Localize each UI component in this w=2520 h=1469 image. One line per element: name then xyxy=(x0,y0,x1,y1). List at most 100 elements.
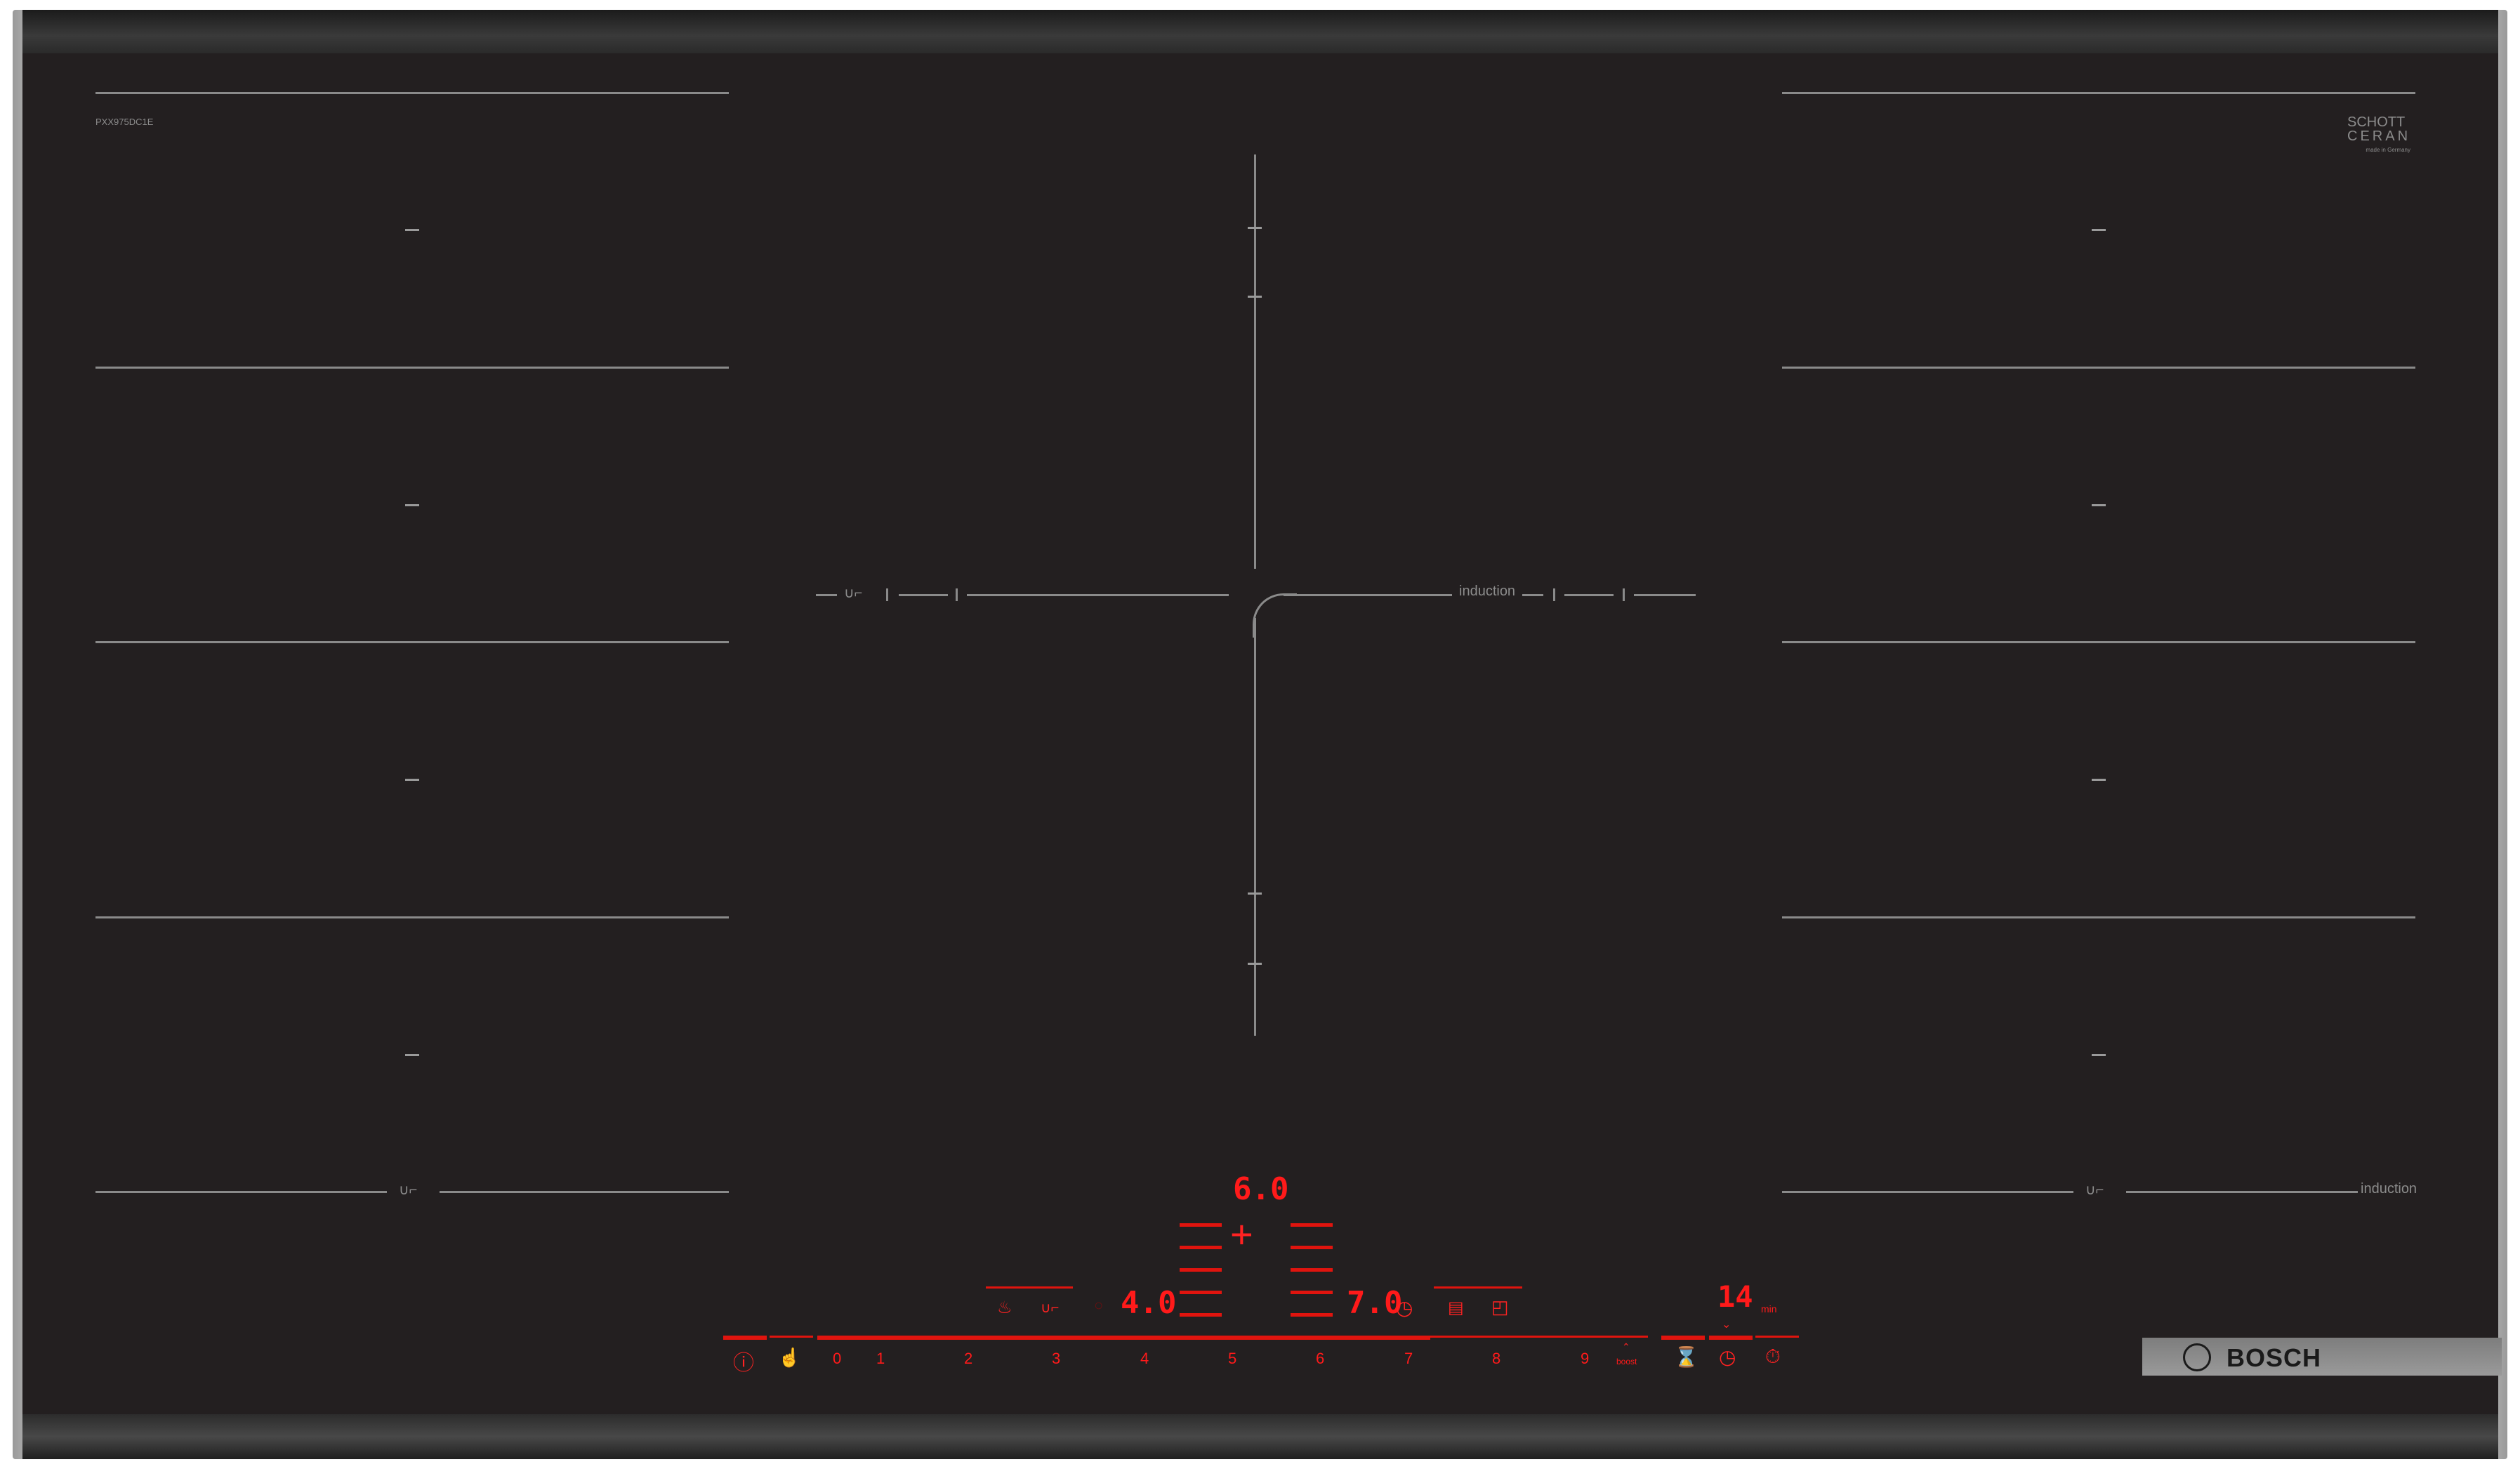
center-hline-right xyxy=(1284,594,1452,596)
center-hline-left xyxy=(967,594,1229,596)
right-level-bar-3 xyxy=(1291,1268,1333,1272)
scale-7[interactable]: 7 xyxy=(1404,1350,1413,1368)
timer-display: 14 xyxy=(1717,1279,1753,1314)
zone-timer-icon[interactable]: ◷ xyxy=(1396,1296,1413,1319)
stopwatch-icon[interactable]: ◷ xyxy=(1719,1345,1736,1369)
left-func-bar xyxy=(986,1286,1073,1289)
left-zone-line-5a xyxy=(95,1191,387,1193)
top-trim xyxy=(22,10,2498,53)
center-left-tick-b xyxy=(956,588,958,601)
center-hline-right-3 xyxy=(1564,594,1614,596)
center-tick-4 xyxy=(1248,963,1262,965)
bosch-brand: BOSCH xyxy=(2227,1343,2322,1372)
center-hline-left-2 xyxy=(899,594,948,596)
center-hline-right-4 xyxy=(1634,594,1696,596)
ceran-label: CERAN xyxy=(2347,129,2411,144)
left-level-bar-5 xyxy=(1180,1313,1222,1317)
move-function-icon[interactable]: ∪⌐ xyxy=(1041,1299,1059,1317)
timer-icon[interactable]: ⌛ xyxy=(1674,1345,1698,1369)
right-level-bar-2 xyxy=(1291,1246,1333,1249)
clock-icon[interactable]: ⏱ xyxy=(1765,1345,1781,1369)
left-zone-mark-1 xyxy=(405,229,419,231)
scale-8[interactable]: 8 xyxy=(1492,1350,1500,1368)
glass-surface xyxy=(22,53,2498,1414)
right-zone-mark-2 xyxy=(2092,504,2106,506)
childlock-icon[interactable]: ☝ xyxy=(778,1347,800,1369)
scale-1[interactable]: 1 xyxy=(876,1350,885,1368)
pot-sensor-icon[interactable]: ◰ xyxy=(1491,1296,1509,1318)
center-vline-bottom xyxy=(1254,618,1256,1036)
left-move-icon: ∪⌐ xyxy=(399,1183,418,1198)
timer-bar-2 xyxy=(1709,1336,1753,1340)
right-zone-mark-4 xyxy=(2092,1054,2106,1056)
schott-ceran-logo: SCHOTT CERAN made in Germany xyxy=(2347,115,2410,157)
info-icon[interactable]: ⓘ xyxy=(733,1345,754,1376)
left-zone-line-4 xyxy=(95,916,729,918)
right-level-bar-4 xyxy=(1291,1291,1333,1294)
timer-bar-1 xyxy=(1661,1336,1705,1340)
center-right-tick-b xyxy=(1623,588,1625,601)
left-zone-mark-3 xyxy=(405,779,419,781)
right-zone-line-4 xyxy=(1782,916,2415,918)
childlock-bar xyxy=(770,1336,813,1338)
right-zone-line-3 xyxy=(1782,641,2415,643)
center-left-tick-a xyxy=(886,588,888,601)
power-slider-rest xyxy=(1430,1336,1648,1338)
left-zone-line-2 xyxy=(95,367,729,369)
right-zone-line-1 xyxy=(1782,92,2415,94)
right-zone-line-5b xyxy=(2126,1191,2358,1193)
timer-bar-3 xyxy=(1755,1336,1799,1338)
left-level-bar-4 xyxy=(1180,1291,1222,1294)
left-zone-line-1 xyxy=(95,92,729,94)
scale-4[interactable]: 4 xyxy=(1140,1350,1149,1368)
scale-0[interactable]: 0 xyxy=(833,1350,841,1368)
left-zone-line-3 xyxy=(95,641,729,643)
boost-label[interactable]: boost xyxy=(1616,1357,1637,1366)
frying-sensor-icon[interactable]: ♨ xyxy=(997,1298,1012,1318)
center-tick-1 xyxy=(1248,227,1262,229)
left-level-bar-3 xyxy=(1180,1268,1222,1272)
left-zone-mark-2 xyxy=(405,504,419,506)
left-zone-line-5b xyxy=(440,1191,729,1193)
right-induction-label: induction xyxy=(2361,1181,2417,1197)
scale-2[interactable]: 2 xyxy=(964,1350,972,1368)
center-induction-label: induction xyxy=(1459,584,1516,599)
right-level-display: 7.0 xyxy=(1347,1285,1403,1321)
left-level-bar-1 xyxy=(1180,1223,1222,1227)
right-zone-mark-1 xyxy=(2092,229,2106,231)
right-move-icon: ∪⌐ xyxy=(2085,1183,2104,1198)
bosch-logo-plate: BOSCH xyxy=(2142,1338,2502,1376)
center-hline-left-3 xyxy=(816,594,837,596)
bosch-logo-icon xyxy=(2183,1343,2211,1371)
model-label: PXX975DC1E xyxy=(95,117,154,127)
scale-5[interactable]: 5 xyxy=(1228,1350,1236,1368)
left-zone-mark-4 xyxy=(405,1054,419,1056)
center-hline-right-2 xyxy=(1522,594,1543,596)
center-vline-top xyxy=(1254,154,1256,569)
right-level-bar-5 xyxy=(1291,1313,1333,1317)
left-level-bar-2 xyxy=(1180,1246,1222,1249)
info-bar xyxy=(723,1336,767,1340)
scale-9[interactable]: 9 xyxy=(1581,1350,1589,1368)
right-level-bar-1 xyxy=(1291,1223,1333,1227)
right-zone-mark-3 xyxy=(2092,779,2106,781)
scale-6[interactable]: 6 xyxy=(1316,1350,1324,1368)
right-func-bar xyxy=(1434,1286,1522,1289)
timer-down-icon[interactable]: ⌄ xyxy=(1722,1317,1731,1331)
boost-icon: ⌃ xyxy=(1622,1341,1630,1352)
right-zone-line-5a xyxy=(1782,1191,2073,1193)
center-right-tick-a xyxy=(1553,588,1555,601)
center-move-icon: ∪⌐ xyxy=(844,586,863,601)
ceran-sub: made in Germany xyxy=(2366,147,2411,153)
cross-move-icon[interactable]: + xyxy=(1230,1215,1253,1254)
left-level-display: 4.0 xyxy=(1121,1285,1177,1321)
right-zone-line-2 xyxy=(1782,367,2415,369)
power-slider-bar[interactable] xyxy=(817,1336,1430,1340)
recipe-icon[interactable]: ▤ xyxy=(1448,1298,1464,1318)
scale-3[interactable]: 3 xyxy=(1052,1350,1060,1368)
left-zone-indicator-icon: ○ xyxy=(1094,1296,1104,1314)
center-tick-2 xyxy=(1248,296,1262,298)
bottom-trim xyxy=(22,1414,2498,1459)
timer-unit: min xyxy=(1761,1303,1777,1315)
center-tick-3 xyxy=(1248,892,1262,895)
